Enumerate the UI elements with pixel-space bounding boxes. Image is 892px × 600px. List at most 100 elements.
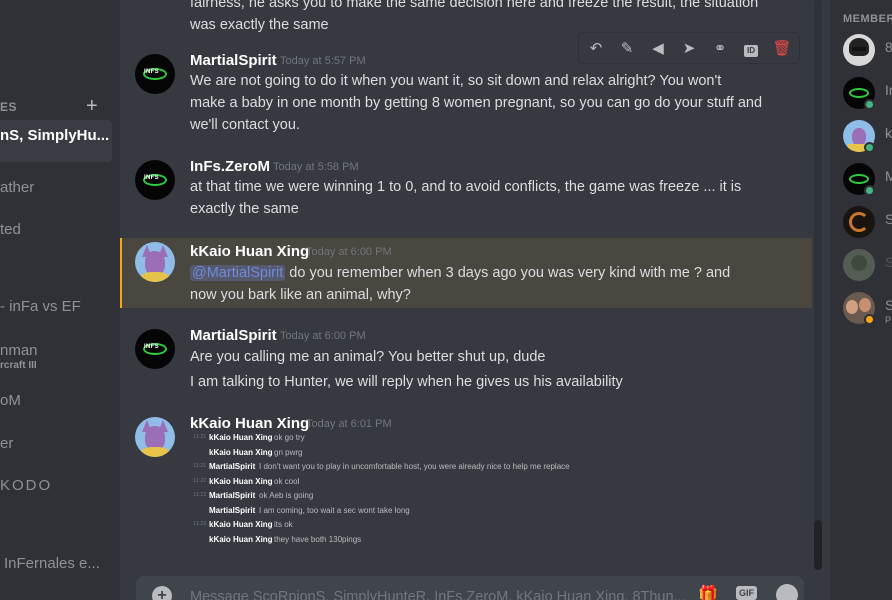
message-timestamp: Today at 6:01 PM	[306, 418, 392, 430]
message[interactable]: INFS MartialSpirit Today at 6:00 PM Are …	[120, 327, 812, 397]
dm-item[interactable]: oM	[0, 390, 112, 432]
dm-item-label: er	[0, 435, 14, 452]
user-avatar[interactable]: INFS	[135, 329, 175, 369]
log-author: kKaio Huan Xing	[209, 476, 273, 486]
message-mention-highlighted[interactable]: kKaio Huan Xing Today at 6:00 PM @Martia…	[120, 238, 812, 308]
dm-item-group-active[interactable]: nS, SimplyHu...	[0, 120, 112, 162]
member-item[interactable]: In	[830, 73, 892, 111]
direct-messages-header: ES +	[0, 96, 120, 116]
log-author: kKaio Huan Xing	[209, 520, 273, 529]
dm-item[interactable]: nman rcraft III	[0, 340, 112, 382]
message-timestamp: Today at 6:00 PM	[280, 330, 366, 342]
member-item[interactable]: S P	[830, 288, 892, 326]
message-author[interactable]: MartialSpirit	[190, 52, 277, 69]
gif-button[interactable]: GIF	[736, 586, 757, 600]
message[interactable]: INFS MartialSpirit Today at 5:57 PM We a…	[120, 52, 812, 138]
id-icon[interactable]: ID	[739, 37, 763, 61]
member-item[interactable]: k	[830, 116, 892, 154]
user-avatar[interactable]: INFS	[135, 54, 175, 94]
team-logo-icon	[849, 88, 869, 98]
log-row: kKaio Huan Xing gn pwrg	[190, 447, 690, 462]
member-avatar	[843, 34, 875, 66]
log-time: 11:23	[193, 521, 207, 527]
dm-item[interactable]: ted	[0, 217, 112, 259]
message-content: at that time we were winning 1 to 0, and…	[190, 176, 800, 220]
discord-window: ES + nS, SimplyHu... ather ted - inFa vs…	[0, 0, 892, 600]
create-dm-plus-icon[interactable]: +	[86, 96, 98, 116]
chat-scrollbar-track[interactable]	[814, 0, 822, 570]
message-line: I am talking to Hunter, we will reply wh…	[190, 374, 623, 390]
log-time: 11:22	[193, 492, 207, 498]
chat-area: fairness, he asks you to make the same d…	[120, 0, 820, 600]
message-line: now you bark like an animal, why?	[190, 287, 411, 303]
dm-item[interactable]: er	[0, 433, 112, 475]
message[interactable]: kKaio Huan Xing Today at 6:01 PM 11:21 kK…	[120, 415, 812, 555]
message-author[interactable]: kKaio Huan Xing	[190, 243, 309, 260]
message-author[interactable]: MartialSpirit	[190, 327, 277, 344]
chat-scrollbar-thumb[interactable]	[814, 520, 822, 570]
gift-icon[interactable]: 🎁	[698, 584, 718, 600]
dm-item[interactable]: ather	[0, 175, 112, 217]
dm-item-label: - inFa vs EF	[0, 298, 81, 315]
log-author: MartialSpirit	[209, 462, 256, 471]
dm-item-label: nS, SimplyHu...	[0, 127, 110, 144]
member-name: S	[885, 297, 892, 313]
pencil-icon[interactable]: ✎	[615, 37, 639, 61]
log-text: ok Aeb is going	[259, 491, 314, 500]
upload-plus-icon[interactable]: +	[152, 586, 172, 600]
online-status-icon	[864, 99, 875, 110]
message-author[interactable]: InFs.ZeroM	[190, 158, 270, 175]
team-logo-icon-text: INFS	[144, 69, 159, 75]
member-avatar	[843, 206, 875, 238]
log-row: 11:21 kKaio Huan Xing ok go try	[190, 432, 690, 447]
member-name: k	[885, 125, 892, 141]
members-sidebar: MEMBER 8 In k	[830, 0, 892, 600]
dm-item-label: KODO	[0, 477, 53, 494]
message-content: We are not going to do it when you want …	[190, 70, 800, 136]
message-timestamp: Today at 5:57 PM	[280, 55, 366, 67]
user-avatar[interactable]	[135, 242, 175, 282]
dm-item[interactable]: - inFa vs EF	[0, 296, 112, 338]
member-name: S	[885, 254, 892, 270]
message-line: We are not going to do it when you want …	[190, 73, 722, 89]
message[interactable]: INFS InFs.ZeroM Today at 5:58 PM at that…	[120, 158, 812, 224]
message-line: at that time we were winning 1 to 0, and…	[190, 179, 742, 195]
log-author: kKaio Huan Xing	[209, 534, 273, 544]
message-content: @MartialSpirit do you remember when 3 da…	[190, 262, 800, 306]
message-input[interactable]: Message ScoRpionS, SimplyHunteR, InFs.Ze…	[190, 589, 686, 600]
trash-icon[interactable]: 🗑	[770, 37, 794, 61]
user-mention[interactable]: @MartialSpirit	[190, 265, 286, 281]
direct-messages-header-label: ES	[0, 100, 18, 114]
log-row: 11:23 kKaio Huan Xing its ok	[190, 519, 690, 534]
member-name: M	[885, 168, 892, 184]
member-activity: P	[885, 315, 892, 325]
log-time: 11:21	[193, 434, 207, 440]
tag-icon[interactable]: ◀	[646, 37, 670, 61]
member-item-offline[interactable]: S	[830, 245, 892, 283]
member-item[interactable]: S	[830, 202, 892, 240]
message-line: fairness, he asks you to make the same d…	[190, 0, 759, 11]
dm-item[interactable]: KODO	[0, 475, 112, 517]
link-icon[interactable]: ⚭	[708, 37, 732, 61]
log-text: they have both 130pings	[274, 534, 362, 544]
message-input-box[interactable]: + Message ScoRpionS, SimplyHunteR, InFs.…	[136, 576, 804, 600]
log-row: 11:22 kKaio Huan Xing ok cool	[190, 476, 690, 491]
log-author: kKaio Huan Xing	[209, 447, 273, 457]
message-line: @MartialSpirit do you remember when 3 da…	[190, 262, 800, 284]
reply-icon[interactable]: ↶	[584, 37, 608, 61]
member-item[interactable]: M	[830, 159, 892, 197]
avatar-collar	[141, 447, 169, 457]
chat-log-screenshot: 11:21 kKaio Huan Xing ok go try kKaio Huan…	[190, 432, 690, 548]
message-author[interactable]: kKaio Huan Xing	[190, 415, 309, 432]
message-line: Are you calling me an animal? You better…	[190, 349, 546, 365]
log-text: I am coming, too wait a sec wont take lo…	[259, 505, 410, 515]
message-line: we'll contact you.	[190, 117, 300, 133]
team-logo-icon-text: INFS	[144, 344, 159, 350]
user-avatar[interactable]	[135, 417, 175, 457]
user-avatar[interactable]: INFS	[135, 160, 175, 200]
dm-item-label: oM	[0, 392, 21, 409]
dm-item[interactable]: InFernales e...	[0, 553, 112, 595]
emoji-icon[interactable]	[776, 584, 798, 600]
pin-icon[interactable]: ➤	[677, 37, 701, 61]
member-item[interactable]: 8	[830, 30, 892, 68]
